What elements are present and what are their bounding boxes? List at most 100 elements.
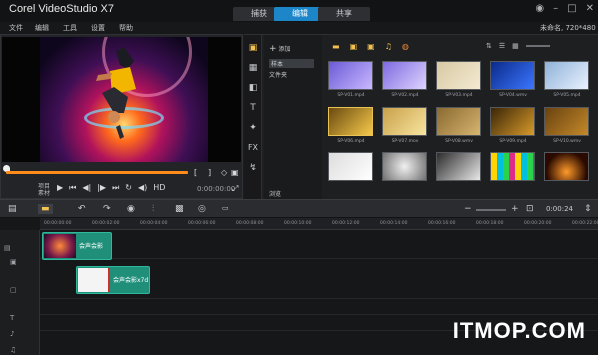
timeline-zoom-slider[interactable] — [476, 209, 506, 211]
repeat-icon[interactable]: ↻ — [125, 183, 132, 193]
library-thumbnail[interactable] — [382, 152, 427, 181]
list-view-icon[interactable]: ☰ — [499, 42, 505, 50]
overlay-track-icon[interactable]: ▢ — [10, 286, 17, 294]
library-thumbnail[interactable] — [328, 152, 373, 181]
maximize-icon[interactable]: □ — [567, 3, 576, 14]
thumbnail-label: SP-V02.mp4 — [391, 93, 419, 98]
timeline-ruler[interactable]: 00:00:00:00 00:00:02:00 00:00:04:00 00:00:0… — [40, 218, 598, 230]
thumbnail-label: SP-V09.mp4 — [499, 139, 527, 144]
library-thumbnail[interactable] — [382, 107, 427, 136]
video-track-icon[interactable]: ▣ — [10, 258, 17, 266]
web-icon[interactable]: ◍ — [402, 42, 409, 51]
audio-mixer-icon[interactable]: ⫶ — [152, 204, 154, 214]
library-thumbnail[interactable] — [490, 107, 535, 136]
timeline-view-icon[interactable]: ▬ — [38, 204, 53, 214]
next-frame-icon[interactable]: |▶ — [97, 183, 106, 193]
end-icon[interactable]: ⏭ — [112, 183, 119, 193]
zoom-in-icon[interactable]: + — [511, 204, 519, 214]
video-clip[interactable]: 会声会影 — [42, 232, 112, 260]
fit-icon[interactable]: ⊡ — [526, 204, 534, 214]
expand-icon[interactable]: ⇕ — [584, 204, 592, 214]
storyboard-view-icon[interactable]: ▤ — [8, 204, 17, 214]
enlarge-icon[interactable]: ⤢ — [232, 184, 238, 194]
music-track-icon[interactable]: ♫ — [10, 346, 16, 354]
title-icon[interactable]: T — [247, 103, 259, 113]
copy-icon[interactable]: ▣ — [231, 168, 239, 178]
library-thumbnail[interactable] — [490, 152, 535, 181]
preview-video[interactable] — [2, 37, 241, 162]
split-icon[interactable]: ◇ — [221, 168, 227, 178]
play-icon[interactable]: ▶ — [57, 183, 63, 193]
menu-help[interactable]: 帮助 — [119, 23, 133, 33]
library-thumbnail[interactable] — [436, 61, 481, 90]
ruler-tick-label: 00:00:12:00 — [332, 221, 360, 226]
library-thumbnail[interactable] — [328, 107, 373, 136]
ruler-tick-label: 00:00:10:00 — [284, 221, 312, 226]
app-title: Corel VideoStudio X7 — [9, 3, 114, 15]
library-thumbnail[interactable] — [544, 61, 589, 90]
library-thumbnail[interactable] — [544, 107, 589, 136]
zoom-out-icon[interactable]: − — [464, 204, 472, 214]
thumbnail-label: SP-V01.mp4 — [337, 93, 365, 98]
view-controls: ⇅ ☰ ▦ — [486, 42, 550, 50]
mark-in-icon[interactable]: [ — [194, 168, 197, 178]
library-thumbnail[interactable] — [490, 61, 535, 90]
browse-button[interactable]: 浏览 — [269, 189, 281, 198]
video-filter-icon[interactable]: ▣ — [350, 42, 358, 51]
timecode-small: 0:00:00:00 — [197, 185, 236, 193]
tab-share[interactable]: 共享 — [318, 7, 370, 21]
library-thumbnail[interactable] — [436, 152, 481, 181]
transition-icon[interactable]: ◧ — [247, 83, 259, 93]
menu-settings[interactable]: 设置 — [91, 23, 105, 33]
zoom-slider[interactable] — [525, 45, 550, 47]
add-folder-label: 添加 — [278, 46, 291, 53]
volume-icon[interactable]: ◀) — [138, 183, 147, 193]
menu-file[interactable]: 文件 — [9, 23, 23, 33]
voice-track-icon[interactable]: ♪ — [10, 330, 14, 338]
title-track-icon[interactable]: T — [10, 314, 14, 322]
window-controls: ◉ – □ ✕ — [535, 3, 594, 14]
thumbnail-label: SP-V05.mp4 — [553, 93, 581, 98]
menu-tools[interactable]: 工具 — [63, 23, 77, 33]
ruler-tick-label: 00:00:08:00 — [236, 221, 264, 226]
mark-out-icon[interactable]: ] — [208, 168, 211, 178]
media-icon[interactable]: ▣ — [247, 43, 259, 53]
library-thumbnail[interactable] — [544, 152, 589, 181]
ruler-tick-label: 00:00:20:00 — [524, 221, 552, 226]
thumb-view-icon[interactable]: ▦ — [512, 42, 519, 50]
hd-label[interactable]: HD — [153, 183, 165, 193]
menu-edit[interactable]: 编辑 — [35, 23, 49, 33]
track-manager-icon[interactable]: ▤ — [4, 244, 11, 252]
folder-samples[interactable]: 样本 — [269, 59, 314, 68]
library-thumbnail[interactable] — [382, 61, 427, 90]
clip-mode-label[interactable]: 素材 — [38, 188, 50, 197]
scrubber-bar[interactable] — [6, 171, 188, 174]
info-icon[interactable]: ◉ — [535, 3, 544, 14]
folder-open-icon[interactable]: ▬ — [332, 42, 340, 51]
overlay-clip[interactable]: 会声会影x7d — [76, 266, 150, 294]
auto-music-icon[interactable]: ▩ — [175, 204, 184, 214]
watermark: ITMOP.COM — [452, 318, 586, 343]
folder-folder[interactable]: 文件夹 — [269, 70, 287, 79]
library-thumbnail[interactable] — [436, 107, 481, 136]
close-icon[interactable]: ✕ — [586, 3, 594, 14]
add-folder-button[interactable]: + 添加 — [269, 44, 290, 54]
graphics-icon[interactable]: ✦ — [247, 123, 259, 133]
instant-project-icon[interactable]: ▦ — [247, 63, 259, 73]
undo-icon[interactable]: ↶ — [78, 204, 86, 214]
sort-icon[interactable]: ⇅ — [486, 42, 492, 50]
clip-thumbnail-overlay — [78, 268, 110, 292]
fx-icon[interactable]: FX — [247, 143, 259, 153]
home-icon[interactable]: ⏮ — [69, 183, 76, 193]
subtitle-icon[interactable]: ▭ — [222, 204, 229, 212]
motion-icon[interactable]: ◎ — [198, 204, 206, 214]
prev-frame-icon[interactable]: ◀| — [82, 183, 91, 193]
library-thumbnail[interactable] — [328, 61, 373, 90]
record-icon[interactable]: ◉ — [127, 204, 135, 214]
minimize-icon[interactable]: – — [553, 3, 558, 14]
thumbnail-label: SP-V03.mp4 — [445, 93, 473, 98]
path-icon[interactable]: ↯ — [247, 163, 259, 173]
audio-filter-icon[interactable]: ♫ — [385, 42, 392, 51]
redo-icon[interactable]: ↷ — [103, 204, 111, 214]
photo-filter-icon[interactable]: ▣ — [367, 42, 375, 51]
